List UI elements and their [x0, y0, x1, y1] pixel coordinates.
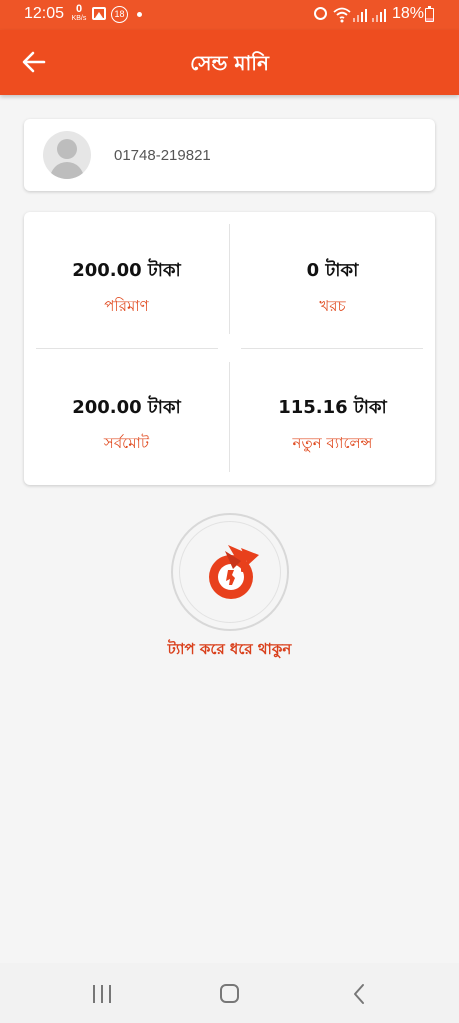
new-balance-value: 115.16 টাকা: [278, 397, 387, 418]
status-time: 12:05: [24, 5, 65, 22]
status-bar: 12:05 0 KB/s 18 18%: [0, 0, 459, 30]
new-balance-label: নতুন ব্যালেন্স: [292, 434, 373, 452]
recipient-card: 01748-219821: [24, 119, 435, 191]
system-nav-bar: [0, 963, 459, 1023]
total-value: 200.00 টাকা: [72, 397, 181, 418]
amount-label: পরিমাণ: [104, 297, 149, 315]
signal-sim2-icon: [372, 8, 388, 22]
more-notifications-dot-icon: [137, 12, 142, 17]
recipient-phone: 01748-219821: [114, 147, 211, 164]
tap-and-hold-button[interactable]: [171, 513, 289, 631]
total-cell: 200.00 টাকা সর্বমোট: [24, 393, 229, 457]
divider-horizontal-right: [241, 348, 423, 349]
amount-value: 200.00 টাকা: [72, 260, 181, 281]
total-label: সর্বমোট: [103, 434, 150, 452]
charge-label: খরচ: [319, 297, 346, 315]
divider-vertical-bottom: [229, 362, 230, 472]
net-speed-indicator: 0 KB/s: [70, 4, 88, 23]
notification-count-badge: 18: [111, 6, 128, 23]
net-speed-value: 0: [75, 3, 83, 15]
bkash-logo-icon: [209, 545, 259, 599]
app-bar: সেন্ড মানি: [0, 30, 459, 95]
charge-cell: 0 টাকা খরচ: [230, 256, 435, 320]
battery-percent: 18%: [392, 5, 425, 22]
divider-vertical-top: [229, 224, 230, 334]
gallery-icon: [92, 7, 106, 20]
page-title: সেন্ড মানি: [190, 51, 269, 75]
charge-value: 0 টাকা: [306, 260, 359, 281]
divider-horizontal-left: [36, 348, 218, 349]
signal-sim1-icon: [353, 8, 369, 22]
transaction-summary-card: 200.00 টাকা পরিমাণ 0 টাকা খরচ 200.00 টাক…: [24, 212, 435, 485]
tap-and-hold-label: ট্যাপ করে ধরে থাকুন: [167, 640, 292, 658]
recent-apps-icon[interactable]: [92, 985, 112, 1003]
amount-cell: 200.00 টাকা পরিমাণ: [24, 256, 229, 320]
system-back-icon[interactable]: [350, 983, 370, 1005]
home-icon[interactable]: [220, 984, 239, 1003]
new-balance-cell: 115.16 টাকা নতুন ব্যালেন্স: [230, 393, 435, 457]
battery-icon: [425, 6, 434, 22]
alarm-icon: [314, 7, 327, 20]
avatar: [43, 131, 91, 179]
net-speed-unit: KB/s: [71, 15, 87, 22]
wifi-icon: [333, 7, 351, 23]
